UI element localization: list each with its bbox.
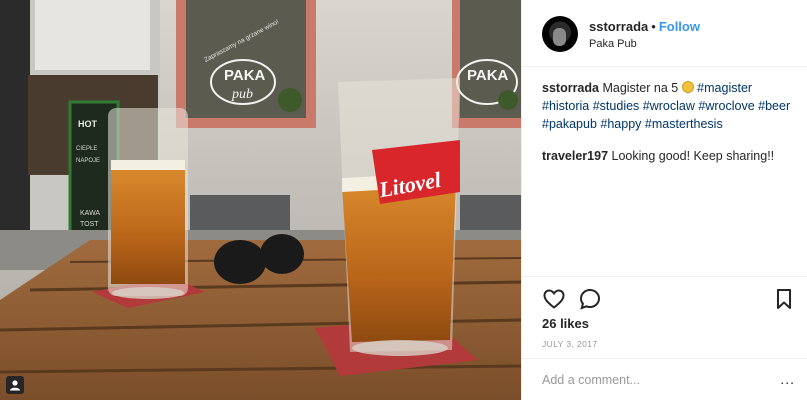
photo-scene: PAKA pub PAKA Zapraszamy na grzane wino!… <box>0 0 521 400</box>
comment-text: Looking good! Keep sharing!! <box>611 149 775 163</box>
window-sign-logo: PAKA <box>224 67 266 84</box>
comment-item: traveler197 Looking good! Keep sharing!! <box>542 147 798 165</box>
board-line-1: HOT <box>78 119 98 129</box>
follow-button[interactable]: Follow <box>659 19 700 34</box>
more-options-button[interactable]: ... <box>780 371 795 387</box>
avatar[interactable] <box>542 16 578 52</box>
window-sign-logo-2: PAKA <box>467 67 509 84</box>
like-button[interactable] <box>542 287 566 311</box>
separator-dot: • <box>651 19 656 34</box>
comments-section: sstorrada Magister na 5 #magister #histo… <box>542 79 798 179</box>
hashtag-link[interactable]: #masterthesis <box>645 117 723 131</box>
hashtag-link[interactable]: #pakapub <box>542 117 597 131</box>
post-details-panel: sstorrada • Follow Paka Pub sstorrada Magi… <box>521 0 807 400</box>
hashtag-link[interactable]: #studies <box>593 99 640 113</box>
hashtag-link[interactable]: #wroclove <box>698 99 754 113</box>
person-tag-icon <box>10 380 20 391</box>
likes-count[interactable]: 26 likes <box>542 316 589 331</box>
hashtag-link[interactable]: #happy <box>600 117 641 131</box>
board-line-4: KAWA <box>80 210 100 217</box>
board-line-3: NAPOJE <box>76 158 100 164</box>
location-link[interactable]: Paka Pub <box>589 38 637 50</box>
board-line-2: CIEPŁE <box>76 146 97 152</box>
comment-username[interactable]: traveler197 <box>542 149 608 163</box>
window-sign-pub: pub <box>231 87 253 102</box>
post-photo[interactable]: PAKA pub PAKA Zapraszamy na grzane wino!… <box>0 0 521 400</box>
caption: sstorrada Magister na 5 #magister #histo… <box>542 79 798 133</box>
save-button[interactable] <box>772 287 796 311</box>
user-line: sstorrada • Follow <box>589 19 700 34</box>
post-date: JULY 3, 2017 <box>542 339 598 349</box>
heart-icon <box>543 289 565 309</box>
action-bar <box>522 276 807 317</box>
grinning-face-icon <box>681 81 694 93</box>
caption-username[interactable]: sstorrada <box>542 81 599 95</box>
hashtag-link[interactable]: #historia <box>542 99 589 113</box>
comment-button[interactable] <box>578 287 602 311</box>
board-line-5: TOST <box>80 221 99 228</box>
speech-bubble-icon <box>579 288 601 310</box>
post-header: sstorrada • Follow Paka Pub <box>522 0 807 67</box>
add-comment-bar: ... <box>522 358 807 401</box>
hashtag-link[interactable]: #magister <box>697 81 752 95</box>
hashtag-link[interactable]: #wroclaw <box>643 99 695 113</box>
comment-input[interactable] <box>542 370 752 390</box>
post-username[interactable]: sstorrada <box>589 19 648 34</box>
caption-text: Magister na 5 <box>602 81 679 95</box>
hashtag-link[interactable]: #beer <box>758 99 790 113</box>
bookmark-icon <box>777 289 791 309</box>
tagged-users-button[interactable] <box>6 376 24 394</box>
